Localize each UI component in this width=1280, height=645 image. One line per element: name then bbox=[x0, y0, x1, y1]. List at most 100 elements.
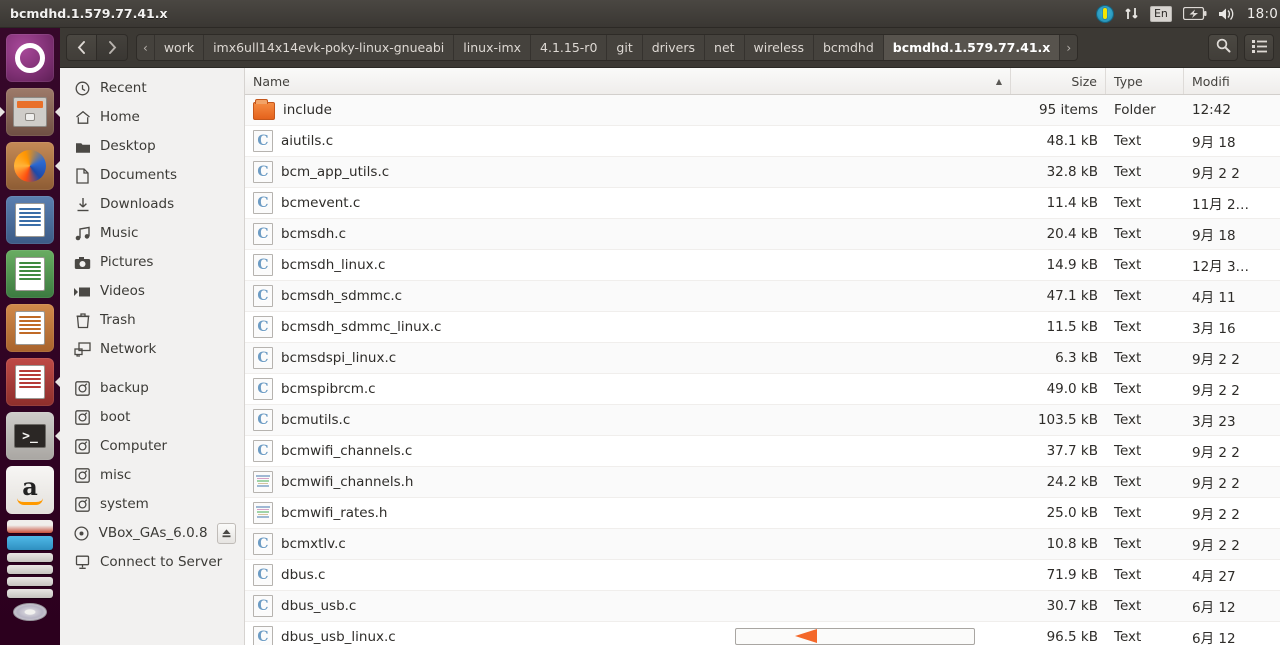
sidebar-item-recent[interactable]: Recent bbox=[60, 74, 244, 103]
launcher-item-disc[interactable] bbox=[13, 603, 47, 621]
clock[interactable]: 18:0 bbox=[1247, 6, 1278, 22]
launcher-item-ubuntu-dash[interactable] bbox=[6, 34, 54, 82]
sidebar-item-backup[interactable]: backup bbox=[60, 374, 244, 403]
ubuntu-indicator-icon[interactable] bbox=[1095, 4, 1114, 23]
sidebar-item-computer[interactable]: Computer bbox=[60, 432, 244, 461]
table-row[interactable]: dbus.c 71.9 kB Text 4月 27 bbox=[245, 560, 1280, 591]
forward-button[interactable] bbox=[97, 34, 128, 61]
table-row[interactable]: bcmevent.c 11.4 kB Text 11月 2… bbox=[245, 188, 1280, 219]
search-button[interactable] bbox=[1208, 34, 1238, 61]
sidebar-item-downloads[interactable]: Downloads bbox=[60, 190, 244, 219]
cell-type: Text bbox=[1114, 629, 1142, 645]
table-row[interactable]: bcm_app_utils.c 32.8 kB Text 9月 2 2 bbox=[245, 157, 1280, 188]
server-icon bbox=[74, 554, 91, 571]
keyboard-layout-indicator[interactable]: En bbox=[1149, 5, 1172, 22]
launcher-stack-item[interactable] bbox=[7, 589, 53, 598]
launcher-stack-item[interactable] bbox=[7, 565, 53, 574]
breadcrumb-item-version[interactable]: 4.1.15-r0 bbox=[531, 35, 608, 60]
launcher-item-libreoffice-writer[interactable] bbox=[6, 196, 54, 244]
launcher-item-document-viewer[interactable] bbox=[6, 358, 61, 406]
launcher-item-libreoffice-calc[interactable] bbox=[6, 250, 54, 298]
launcher-stack-item[interactable] bbox=[7, 536, 53, 550]
table-row[interactable]: bcmspibrcm.c 49.0 kB Text 9月 2 2 bbox=[245, 374, 1280, 405]
table-row[interactable]: bcmsdh.c 20.4 kB Text 9月 18 bbox=[245, 219, 1280, 250]
table-row[interactable]: include 95 items Folder 12:42 bbox=[245, 95, 1280, 126]
sidebar-item-label: Videos bbox=[100, 283, 145, 299]
breadcrumb-item-wireless[interactable]: wireless bbox=[745, 35, 814, 60]
network-sync-icon[interactable] bbox=[1125, 6, 1139, 21]
sidebar-item-connect-to-server[interactable]: Connect to Server bbox=[60, 548, 244, 577]
sidebar-item-pictures[interactable]: Pictures bbox=[60, 248, 244, 277]
column-header-type[interactable]: Type bbox=[1106, 68, 1184, 94]
launcher-item-amazon[interactable]: a bbox=[6, 466, 54, 514]
window-body: Recent Home Desktop Documents Downloads … bbox=[60, 68, 1280, 645]
breadcrumb-item-drivers[interactable]: drivers bbox=[643, 35, 706, 60]
breadcrumb-item-work[interactable]: work bbox=[155, 35, 205, 60]
back-button[interactable] bbox=[66, 34, 97, 61]
breadcrumb-overflow-next[interactable]: › bbox=[1060, 35, 1077, 60]
c-source-file-icon bbox=[253, 564, 273, 586]
breadcrumb-item-imx6ull[interactable]: imx6ull14x14evk-poky-linux-gnueabi bbox=[204, 35, 455, 60]
breadcrumb-item-current[interactable]: bcmdhd.1.579.77.41.x bbox=[883, 35, 1061, 60]
sidebar-item-music[interactable]: Music bbox=[60, 219, 244, 248]
launcher-stack-item[interactable] bbox=[7, 577, 53, 586]
cell-modified: 9月 2 2 bbox=[1192, 166, 1240, 182]
launcher-item-terminal[interactable]: >_ bbox=[6, 412, 61, 460]
header-file-icon bbox=[253, 502, 273, 524]
table-row[interactable]: dbus_usb.c 30.7 kB Text 6月 12 bbox=[245, 591, 1280, 622]
cell-modified: 9月 2 2 bbox=[1192, 507, 1240, 523]
launcher-item-firefox[interactable] bbox=[6, 142, 61, 190]
table-row[interactable]: bcmsdh_sdmmc.c 47.1 kB Text 4月 11 bbox=[245, 281, 1280, 312]
cell-modified: 6月 12 bbox=[1192, 600, 1236, 616]
launcher-item-libreoffice-impress[interactable] bbox=[6, 304, 54, 352]
table-row[interactable]: bcmwifi_channels.c 37.7 kB Text 9月 2 2 bbox=[245, 436, 1280, 467]
view-toggle-button[interactable] bbox=[1244, 34, 1274, 61]
sidebar-divider bbox=[60, 364, 244, 374]
cell-name: bcmutils.c bbox=[245, 405, 1011, 435]
breadcrumb-item-linux-imx[interactable]: linux-imx bbox=[454, 35, 532, 60]
table-row[interactable]: bcmwifi_rates.h 25.0 kB Text 9月 2 2 bbox=[245, 498, 1280, 529]
sidebar-item-videos[interactable]: Videos bbox=[60, 277, 244, 306]
table-row[interactable]: bcmsdspi_linux.c 6.3 kB Text 9月 2 2 bbox=[245, 343, 1280, 374]
table-row[interactable]: bcmxtlv.c 10.8 kB Text 9月 2 2 bbox=[245, 529, 1280, 560]
battery-icon[interactable] bbox=[1182, 7, 1207, 20]
column-header-modified[interactable]: Modifi bbox=[1184, 68, 1280, 94]
cell-name: bcmspibrcm.c bbox=[245, 374, 1011, 404]
table-row[interactable]: bcmsdh_sdmmc_linux.c 11.5 kB Text 3月 16 bbox=[245, 312, 1280, 343]
sidebar-item-misc[interactable]: misc bbox=[60, 461, 244, 490]
breadcrumb-item-bcmdhd[interactable]: bcmdhd bbox=[814, 35, 884, 60]
sidebar-item-label: Documents bbox=[100, 167, 177, 183]
table-row[interactable]: bcmwifi_channels.h 24.2 kB Text 9月 2 2 bbox=[245, 467, 1280, 498]
sidebar-item-boot[interactable]: boot bbox=[60, 403, 244, 432]
sidebar-item-documents[interactable]: Documents bbox=[60, 161, 244, 190]
breadcrumb-overflow-prev[interactable]: ‹ bbox=[137, 35, 155, 60]
sidebar-item-system[interactable]: system bbox=[60, 490, 244, 519]
launcher-stack-item[interactable] bbox=[7, 520, 53, 533]
cell-size: 103.5 kB bbox=[1037, 412, 1098, 428]
launcher-item-files[interactable] bbox=[0, 88, 61, 136]
eject-button[interactable] bbox=[216, 523, 236, 544]
cell-modified: 4月 11 bbox=[1192, 290, 1236, 306]
launcher-stack-item[interactable] bbox=[7, 553, 53, 562]
sidebar-item-vbox-guest-additions[interactable]: VBox_GAs_6.0.8 bbox=[60, 519, 244, 548]
column-header-size[interactable]: Size bbox=[1011, 68, 1106, 94]
file-name: aiutils.c bbox=[281, 133, 334, 149]
sidebar-item-network[interactable]: Network bbox=[60, 335, 244, 364]
table-row[interactable]: bcmsdh_linux.c 14.9 kB Text 12月 3… bbox=[245, 250, 1280, 281]
breadcrumb-item-git[interactable]: git bbox=[607, 35, 643, 60]
annotation-arrow-icon bbox=[795, 629, 817, 643]
c-source-file-icon bbox=[253, 316, 273, 338]
toolbar-right-buttons bbox=[1208, 34, 1274, 61]
cell-modified: 9月 2 2 bbox=[1192, 383, 1240, 399]
breadcrumb-item-net[interactable]: net bbox=[705, 35, 745, 60]
cell-modified: 6月 12 bbox=[1192, 631, 1236, 645]
table-row[interactable]: aiutils.c 48.1 kB Text 9月 18 bbox=[245, 126, 1280, 157]
window-toolbar: ‹ work imx6ull14x14evk-poky-linux-gnueab… bbox=[60, 28, 1280, 68]
table-row[interactable]: bcmutils.c 103.5 kB Text 3月 23 bbox=[245, 405, 1280, 436]
sidebar-item-home[interactable]: Home bbox=[60, 103, 244, 132]
sidebar-item-trash[interactable]: Trash bbox=[60, 306, 244, 335]
cell-type: Text bbox=[1114, 381, 1142, 397]
volume-icon[interactable] bbox=[1218, 7, 1236, 21]
sidebar-item-desktop[interactable]: Desktop bbox=[60, 132, 244, 161]
column-header-name[interactable]: Name ▲ bbox=[245, 68, 1011, 94]
